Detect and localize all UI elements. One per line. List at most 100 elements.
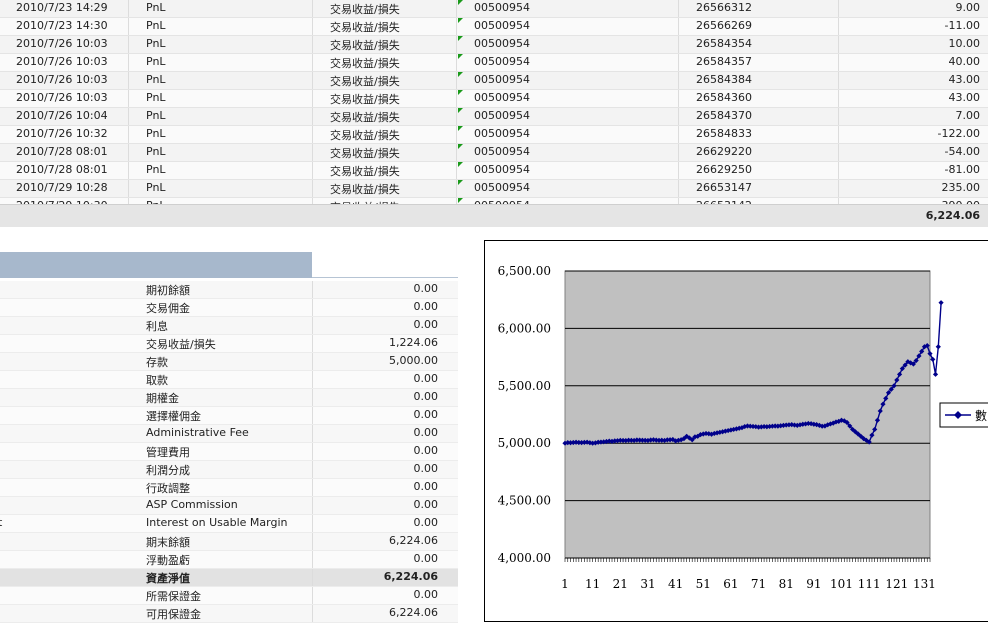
column-divider <box>312 299 313 316</box>
summary-row: 期初餘額 0.00 <box>0 281 458 299</box>
summary-label: 利潤分成 <box>146 464 190 477</box>
summary-row: 交易佣金 0.00 <box>0 299 458 317</box>
reference-cell: 26584370 <box>696 109 752 122</box>
column-divider <box>312 72 313 89</box>
summary-value: 0.00 <box>413 426 439 439</box>
account-cell: 00500954 <box>474 163 530 176</box>
column-divider <box>128 180 129 197</box>
x-tick-label: 11 <box>585 577 600 591</box>
column-divider <box>312 497 313 514</box>
type-cell: PnL <box>146 19 166 32</box>
summary-value: 0.00 <box>413 300 439 313</box>
reference-cell: 26653147 <box>696 181 752 194</box>
summary-value: 0.00 <box>413 480 439 493</box>
cell-marker-icon <box>458 72 463 77</box>
summary-value: 0.00 <box>413 498 439 511</box>
table-row[interactable]: 2010/7/26 10:03 PnL 交易收益/損失 00500954 2658435… <box>0 36 988 54</box>
summary-label: 存款 <box>146 356 168 369</box>
column-divider <box>312 36 313 53</box>
column-divider <box>312 569 313 586</box>
account-cell: 00500954 <box>474 1 530 14</box>
summary-label: 所需保證金 <box>146 590 201 603</box>
column-divider <box>838 72 839 89</box>
table-row[interactable]: 2010/7/23 14:29 PnL 交易收益/損失 00500954 2656631… <box>0 0 988 18</box>
column-divider <box>678 108 679 125</box>
summary-label: 利息 <box>146 320 168 333</box>
description-cell: 交易收益/損失 <box>330 111 400 124</box>
table-row[interactable]: 2010/7/26 10:03 PnL 交易收益/損失 00500954 2658435… <box>0 54 988 72</box>
column-divider <box>312 0 313 17</box>
data-point <box>935 344 941 350</box>
summary-label: 管理費用 <box>146 446 190 459</box>
summary-label: 交易收益/損失 <box>146 338 216 351</box>
amount-cell: -11.00 <box>944 19 980 32</box>
type-cell: PnL <box>146 91 166 104</box>
column-divider <box>312 335 313 352</box>
summary-row: 存款 5,000.00 <box>0 353 458 371</box>
description-cell: 交易收益/損失 <box>330 21 400 34</box>
column-divider <box>128 144 129 161</box>
account-cell: 00500954 <box>474 127 530 140</box>
x-tick-label: 31 <box>640 577 655 591</box>
column-divider <box>678 0 679 17</box>
x-tick-label: 61 <box>723 577 738 591</box>
date-cell: 2010/7/26 10:32 <box>16 127 108 140</box>
cell-marker-icon <box>458 36 463 41</box>
column-divider <box>678 126 679 143</box>
date-cell: 2010/7/26 10:03 <box>16 91 108 104</box>
column-divider <box>128 0 129 17</box>
account-cell: 00500954 <box>474 19 530 32</box>
reference-cell: 26584384 <box>696 73 752 86</box>
equity-chart: 6,500.00 6,000.00 5,500.00 5,000.00 4,500.00… <box>484 240 988 622</box>
table-row[interactable]: 2010/7/29 10:28 PnL 交易收益/損失 00500954 2665314… <box>0 180 988 198</box>
table-row[interactable]: 2010/7/26 10:03 PnL 交易收益/損失 00500954 2658438… <box>0 72 988 90</box>
type-cell: PnL <box>146 37 166 50</box>
summary-value: 1,224.06 <box>389 336 438 349</box>
summary-label: 期末餘額 <box>146 536 190 549</box>
summary-row: 所需保證金 0.00 <box>0 587 458 605</box>
summary-value: 6,224.06 <box>389 534 438 547</box>
cell-marker-icon <box>458 126 463 131</box>
amount-cell: 9.00 <box>955 1 981 14</box>
summary-value: 0.00 <box>413 552 439 565</box>
y-tick-label: 4,000.00 <box>498 551 551 565</box>
column-divider <box>456 90 457 107</box>
summary-label: 浮動盈虧 <box>146 554 190 567</box>
summary-row: 可用保證金 6,224.06 <box>0 605 458 623</box>
y-tick-label: 5,000.00 <box>498 436 551 450</box>
reference-cell: 26584833 <box>696 127 752 140</box>
table-row[interactable]: 2010/7/23 14:30 PnL 交易收益/損失 00500954 2656626… <box>0 18 988 36</box>
column-divider <box>312 515 313 532</box>
summary-label: ASP Commission <box>146 498 238 511</box>
summary-label: 資產淨值 <box>146 572 190 585</box>
x-tick-label: 1 <box>561 577 569 591</box>
type-cell: PnL <box>146 145 166 158</box>
amount-cell: 235.00 <box>941 181 981 194</box>
description-cell: 交易收益/損失 <box>330 165 400 178</box>
description-cell: 交易收益/損失 <box>330 3 400 16</box>
type-cell: PnL <box>146 181 166 194</box>
column-divider <box>456 126 457 143</box>
table-row[interactable]: 2010/7/28 08:01 PnL 交易收益/損失 00500954 2662925… <box>0 162 988 180</box>
type-cell: PnL <box>146 127 166 140</box>
equity-chart-svg: 6,500.00 6,000.00 5,500.00 5,000.00 4,500.00… <box>498 264 988 591</box>
legend-label: 數 <box>975 409 987 423</box>
cell-marker-icon <box>458 162 463 167</box>
amount-cell: -81.00 <box>944 163 980 176</box>
account-cell: 00500954 <box>474 181 530 194</box>
column-divider <box>456 108 457 125</box>
table-row[interactable]: 2010/7/26 10:04 PnL 交易收益/損失 00500954 2658437… <box>0 108 988 126</box>
table-row[interactable]: 2010/7/26 10:03 PnL 交易收益/損失 00500954 2658436… <box>0 90 988 108</box>
column-divider <box>312 281 313 298</box>
column-divider <box>678 90 679 107</box>
column-divider <box>838 0 839 17</box>
x-tick-label: 41 <box>668 577 683 591</box>
column-divider <box>312 353 313 370</box>
summary-row: Administrative Fee 0.00 <box>0 425 458 443</box>
type-cell: PnL <box>146 1 166 14</box>
truncated-label-fragment: t <box>0 516 3 529</box>
column-divider <box>312 389 313 406</box>
table-row[interactable]: 2010/7/26 10:32 PnL 交易收益/損失 00500954 2658483… <box>0 126 988 144</box>
account-cell: 00500954 <box>474 91 530 104</box>
table-row[interactable]: 2010/7/28 08:01 PnL 交易收益/損失 00500954 2662922… <box>0 144 988 162</box>
